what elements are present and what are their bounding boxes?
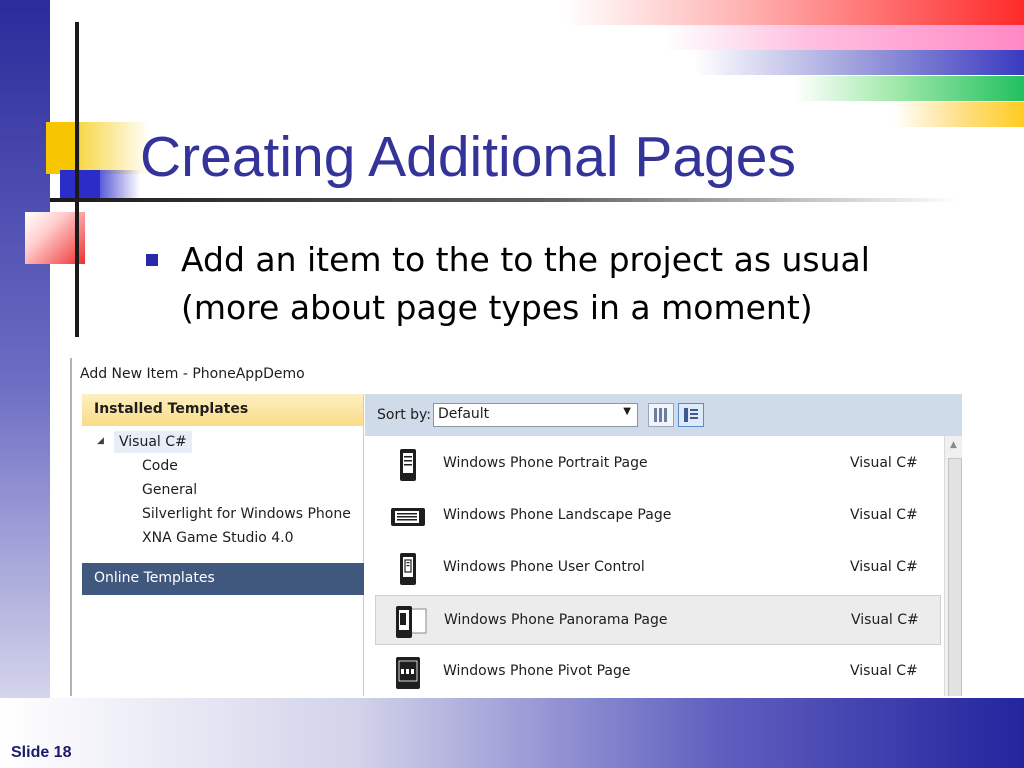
scroll-thumb[interactable] — [948, 458, 962, 696]
list-item-panorama-page[interactable]: Windows Phone Panorama Page Visual C# — [375, 595, 941, 645]
phone-portrait-icon — [400, 449, 416, 481]
tree-collapse-icon[interactable]: ◢ — [97, 436, 104, 446]
template-list: Windows Phone Portrait Page Visual C# Wi… — [365, 436, 943, 696]
deco-horizontal-line — [50, 198, 960, 202]
list-item-landscape-page[interactable]: Windows Phone Landscape Page Visual C# — [375, 491, 941, 541]
top-stripe-yellow — [894, 102, 1024, 127]
medium-icons-view-button[interactable] — [678, 403, 704, 427]
item-type: Visual C# — [850, 455, 918, 471]
phone-user-control-icon — [400, 553, 416, 585]
small-icons-icon — [654, 408, 667, 422]
top-stripe-pink — [664, 25, 1024, 50]
slide-title: Creating Additional Pages — [140, 125, 796, 189]
list-item-pivot-page[interactable]: Windows Phone Pivot Page Visual C# — [375, 647, 941, 696]
tree-item-label[interactable]: Visual C# — [114, 431, 192, 453]
item-type: Visual C# — [850, 663, 918, 679]
tree-item-general[interactable]: General — [82, 479, 363, 503]
top-stripe-purple — [694, 50, 1024, 75]
small-icons-view-button[interactable] — [648, 403, 674, 427]
items-pane: Sort by: Default ▼ Windows Phone Portrai… — [365, 394, 962, 696]
item-type: Visual C# — [850, 559, 918, 575]
list-view-icon — [684, 408, 698, 422]
list-item-user-control[interactable]: Windows Phone User Control Visual C# — [375, 543, 941, 593]
dialog-title: Add New Item - PhoneAppDemo — [80, 366, 305, 382]
phone-panorama-icon — [396, 606, 427, 638]
deco-vertical-line — [75, 22, 79, 337]
item-name: Windows Phone Portrait Page — [443, 455, 648, 471]
item-type: Visual C# — [850, 507, 918, 523]
item-name: Windows Phone Landscape Page — [443, 507, 672, 523]
item-name: Windows Phone Panorama Page — [444, 612, 668, 628]
deco-square-blue — [60, 170, 100, 198]
deco-square-blue-fade — [100, 170, 140, 198]
item-name: Windows Phone Pivot Page — [443, 663, 631, 679]
dropdown-arrow-icon: ▼ — [623, 406, 631, 417]
bullet-square-icon — [146, 254, 158, 266]
installed-templates-header[interactable]: Installed Templates — [82, 394, 363, 426]
vertical-scrollbar[interactable]: ▲ — [944, 436, 962, 696]
tree-item-xna[interactable]: XNA Game Studio 4.0 — [82, 527, 363, 551]
sort-by-value: Default — [438, 406, 490, 422]
tree-item-visual-csharp[interactable]: ◢ Visual C# — [82, 431, 363, 455]
scroll-up-arrow-icon[interactable]: ▲ — [950, 440, 957, 450]
tree-item-code[interactable]: Code — [82, 455, 363, 479]
item-name: Windows Phone User Control — [443, 559, 645, 575]
item-type: Visual C# — [851, 612, 919, 628]
template-tree: ◢ Visual C# Code General Silverlight for… — [82, 426, 363, 551]
add-new-item-dialog: Add New Item - PhoneAppDemo Installed Te… — [70, 358, 962, 696]
templates-pane: Installed Templates ◢ Visual C# Code Gen… — [82, 394, 364, 696]
top-stripe-red — [564, 0, 1024, 25]
top-stripe-green — [794, 76, 1024, 101]
sort-toolbar: Sort by: Default ▼ — [365, 394, 962, 436]
bottom-gradient-bar — [0, 698, 1024, 768]
slide-number: Slide 18 — [11, 744, 72, 761]
sort-by-dropdown[interactable]: Default ▼ — [433, 403, 638, 427]
bullet-text: Add an item to the to the project as usu… — [181, 240, 870, 327]
list-item-portrait-page[interactable]: Windows Phone Portrait Page Visual C# — [375, 439, 941, 489]
left-gradient-strip — [0, 0, 50, 698]
sort-by-label: Sort by: — [377, 407, 432, 423]
online-templates-header[interactable]: Online Templates — [82, 563, 364, 595]
tree-item-silverlight[interactable]: Silverlight for Windows Phone — [82, 503, 363, 527]
phone-landscape-icon — [391, 508, 425, 526]
phone-pivot-icon — [396, 657, 420, 689]
